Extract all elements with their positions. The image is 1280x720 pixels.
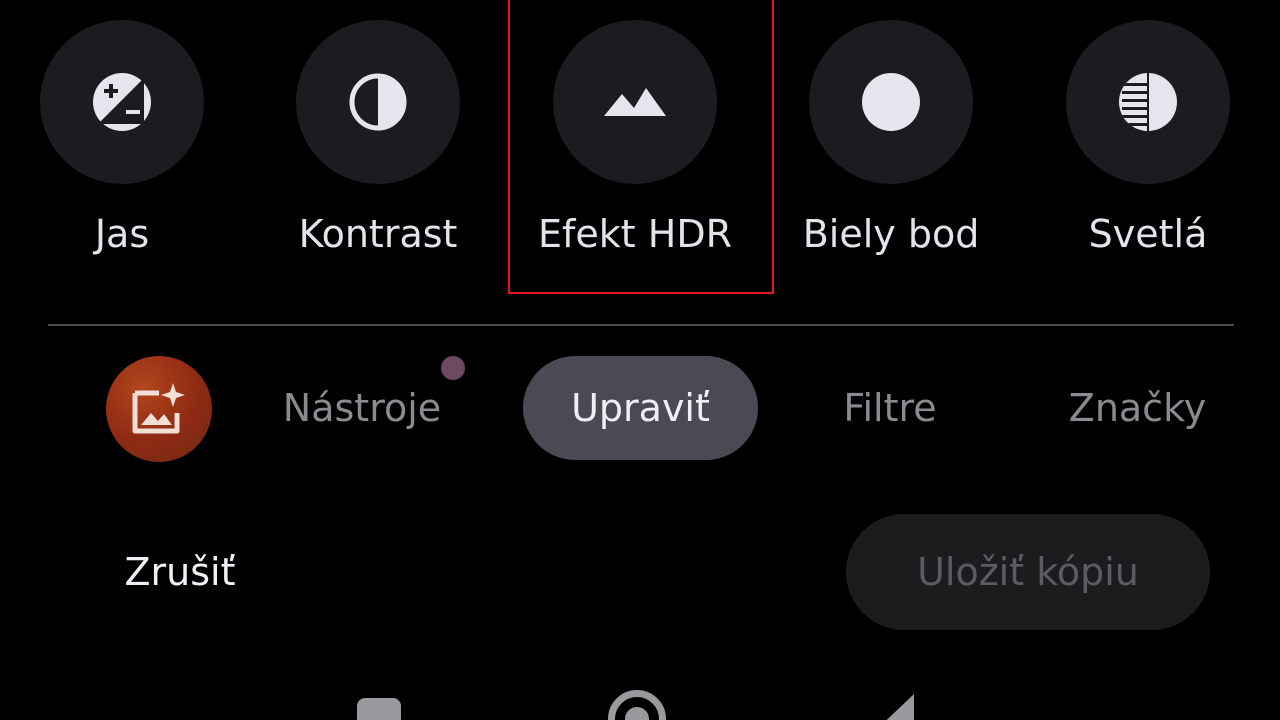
home-nav-icon[interactable] — [608, 690, 666, 720]
tab-filters[interactable]: Filtre — [800, 356, 980, 460]
hdr-mountain-icon — [604, 88, 666, 116]
tab-edit[interactable]: Upraviť — [523, 356, 758, 460]
tool-white-point-circle — [809, 20, 973, 184]
home-nav-inner — [625, 707, 649, 720]
contrast-icon — [349, 73, 407, 131]
tool-contrast[interactable]: Kontrast — [258, 20, 498, 270]
back-nav-icon[interactable] — [872, 694, 918, 720]
recents-nav-icon[interactable] — [357, 698, 401, 720]
tool-contrast-label: Kontrast — [298, 212, 458, 256]
cancel-button[interactable]: Zrušiť — [100, 530, 260, 614]
tab-tools[interactable]: Nástroje — [262, 356, 462, 460]
tool-white-point[interactable]: Biely bod — [771, 20, 1011, 270]
brightness-icon — [93, 73, 151, 131]
photo-editor-screen: Jas Kontrast Efekt HDR Biely bod Svetlá … — [0, 0, 1280, 720]
tool-contrast-circle — [296, 20, 460, 184]
divider — [48, 324, 1234, 326]
tool-hdr-effect[interactable]: Efekt HDR — [515, 20, 755, 270]
tool-hdr-effect-label: Efekt HDR — [538, 212, 732, 256]
tool-hdr-effect-circle — [553, 20, 717, 184]
white-point-icon — [862, 73, 920, 131]
tool-brightness-label: Jas — [94, 212, 150, 256]
tool-highlights-label: Svetlá — [1088, 212, 1208, 256]
tool-highlights[interactable]: Svetlá — [1028, 20, 1268, 270]
save-copy-button[interactable]: Uložiť kópiu — [846, 514, 1210, 630]
tab-markup[interactable]: Značky — [1050, 356, 1225, 460]
tool-brightness[interactable]: Jas — [2, 20, 242, 270]
tool-brightness-circle — [40, 20, 204, 184]
photo-sparkle-icon — [132, 383, 185, 434]
highlights-icon — [1119, 73, 1177, 131]
tool-highlights-circle — [1066, 20, 1230, 184]
notification-dot — [441, 356, 465, 380]
tool-white-point-label: Biely bod — [802, 212, 980, 256]
photo-assistant-button[interactable] — [106, 356, 212, 462]
